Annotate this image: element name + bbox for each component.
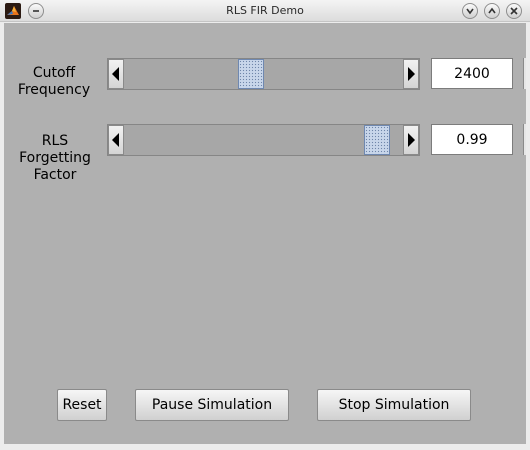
slider-thumb[interactable] — [237, 59, 264, 89]
maximize-button[interactable] — [484, 3, 500, 19]
slider-decrement-button[interactable] — [108, 59, 124, 89]
slider-increment-button[interactable] — [403, 125, 419, 155]
pause-simulation-button[interactable]: Pause Simulation — [135, 389, 289, 421]
app-window: RLS FIR Demo Cutoff Frequency RLS Forget… — [0, 0, 530, 450]
arrow-left-icon — [112, 133, 119, 147]
cutoff-frequency-input[interactable] — [431, 58, 513, 89]
arrow-right-icon — [408, 133, 415, 147]
title-bar: RLS FIR Demo — [0, 0, 530, 22]
window-title: RLS FIR Demo — [226, 4, 304, 17]
stop-simulation-button[interactable]: Stop Simulation — [317, 389, 471, 421]
cutoff-frequency-slider[interactable] — [107, 58, 420, 90]
minimize-button[interactable] — [462, 3, 478, 19]
figure-panel: Cutoff Frequency RLS Forgetting Factor — [4, 23, 526, 444]
forgetting-factor-label: RLS Forgetting Factor — [19, 133, 91, 183]
close-button[interactable] — [506, 3, 522, 19]
slider-thumb[interactable] — [364, 125, 391, 155]
arrow-right-icon — [408, 67, 415, 81]
window-bottom-border — [0, 444, 530, 450]
cutoff-frequency-label: Cutoff Frequency — [17, 65, 91, 98]
forgetting-factor-input[interactable] — [431, 124, 513, 155]
slider-decrement-button[interactable] — [108, 125, 124, 155]
field-edge — [523, 124, 526, 155]
reset-button[interactable]: Reset — [57, 389, 107, 421]
forgetting-factor-slider[interactable] — [107, 124, 420, 156]
arrow-left-icon — [112, 67, 119, 81]
slider-increment-button[interactable] — [403, 59, 419, 89]
field-edge — [523, 58, 526, 89]
